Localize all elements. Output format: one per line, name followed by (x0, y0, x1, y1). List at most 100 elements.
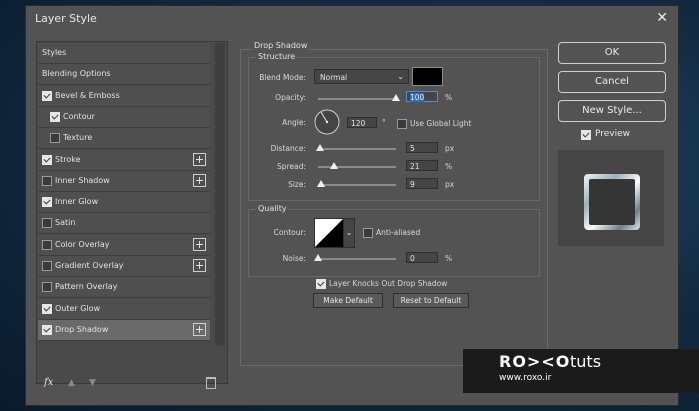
spread-input[interactable]: 21 (406, 160, 438, 171)
style-preview (558, 150, 664, 246)
ok-button[interactable]: OK (558, 42, 666, 64)
style-item-inner-glow[interactable]: Inner Glow (38, 192, 210, 214)
new-style-button[interactable]: New Style... (558, 100, 666, 122)
blend-mode-value: Normal (320, 73, 348, 82)
style-item-label: Blending Options (42, 69, 111, 79)
style-item-gradient-overlay[interactable]: Gradient Overlay (38, 256, 210, 277)
add-effect-plus-icon[interactable] (193, 322, 206, 336)
style-item-label: Texture (63, 133, 93, 143)
noise-label: Noise: (282, 254, 306, 263)
spread-unit: % (445, 162, 453, 171)
add-effect-plus-icon[interactable] (193, 237, 206, 251)
style-checkbox[interactable] (42, 261, 52, 271)
structure-title: Structure (256, 52, 298, 61)
distance-input[interactable]: 5 (406, 142, 438, 153)
angle-input[interactable]: 120 (347, 117, 377, 128)
move-down-icon[interactable]: ▼ (89, 378, 96, 388)
anti-aliased-checkbox[interactable] (363, 228, 373, 238)
distance-slider-track[interactable] (318, 148, 396, 150)
styles-list: Styles Blending Options Bevel & Emboss Cont… (36, 41, 228, 384)
style-item-styles[interactable]: Styles (38, 43, 210, 64)
spread-label: Spread: (277, 162, 306, 171)
noise-input[interactable]: 0 (406, 252, 438, 263)
size-slider-track[interactable] (318, 184, 396, 186)
style-item-label: Satin (55, 218, 76, 228)
watermark-url: www.roxo.ir (499, 373, 552, 383)
opacity-input[interactable]: 100 (406, 91, 438, 102)
style-item-inner-shadow[interactable]: Inner Shadow (38, 170, 210, 192)
style-checkbox[interactable] (50, 111, 60, 122)
size-slider-thumb[interactable] (317, 180, 326, 187)
style-checkbox[interactable] (42, 303, 52, 314)
opacity-slider-track[interactable] (318, 98, 396, 100)
styles-list-scrollbar[interactable] (215, 43, 225, 346)
shadow-color-swatch[interactable] (412, 67, 443, 86)
contour-curve-icon (315, 219, 343, 247)
move-up-icon[interactable]: ▲ (68, 378, 75, 388)
style-item-bevel-emboss[interactable]: Bevel & Emboss (38, 85, 210, 107)
style-checkbox[interactable] (42, 90, 52, 101)
chevron-down-icon: ⌄ (397, 72, 404, 81)
style-checkbox[interactable] (42, 175, 52, 186)
style-checkbox[interactable] (42, 239, 52, 250)
opacity-unit: % (445, 93, 453, 102)
style-item-label: Color Overlay (55, 239, 110, 249)
opacity-slider-thumb[interactable] (392, 94, 400, 101)
style-item-label: Styles (42, 48, 67, 57)
style-item-blending-options[interactable]: Blending Options (38, 64, 210, 86)
add-effect-plus-icon[interactable] (193, 152, 206, 166)
style-item-drop-shadow[interactable]: Drop Shadow (38, 319, 210, 341)
blend-mode-select[interactable]: Normal ⌄ (314, 69, 409, 84)
close-icon[interactable]: ✕ (656, 10, 668, 26)
size-input[interactable]: 9 (406, 178, 438, 189)
style-checkbox[interactable] (42, 197, 52, 208)
style-item-pattern-overlay[interactable]: Pattern Overlay (38, 277, 210, 299)
style-item-label: Stroke (55, 154, 81, 164)
style-checkbox[interactable] (42, 218, 52, 229)
style-checkbox[interactable] (50, 133, 60, 144)
title-bar: Layer Style ✕ (26, 6, 678, 31)
fx-icon[interactable]: fx (44, 377, 53, 388)
style-item-label: Inner Shadow (55, 175, 110, 185)
quality-title: Quality (256, 204, 289, 213)
add-effect-plus-icon[interactable] (193, 259, 206, 272)
style-item-label: Drop Shadow (55, 324, 109, 334)
noise-slider-thumb[interactable] (314, 254, 322, 261)
make-default-button[interactable]: Make Default (313, 293, 383, 308)
style-item-satin[interactable]: Satin (38, 213, 210, 235)
style-item-texture[interactable]: Texture (38, 128, 210, 150)
angle-dial[interactable] (313, 108, 341, 136)
style-item-contour[interactable]: Contour (38, 106, 210, 128)
cancel-button[interactable]: Cancel (558, 71, 666, 93)
style-item-label: Outer Glow (55, 303, 101, 313)
reset-to-default-button[interactable]: Reset to Default (393, 293, 469, 308)
style-checkbox[interactable] (42, 324, 52, 335)
contour-dropdown[interactable]: ⌄ (343, 218, 355, 248)
dialog-title: Layer Style (35, 12, 97, 25)
use-global-light-checkbox[interactable] (397, 119, 407, 129)
knockout-checkbox[interactable] (316, 279, 326, 289)
distance-slider-thumb[interactable] (315, 144, 324, 151)
chevron-down-icon: ⌄ (345, 228, 353, 237)
style-item-outer-glow[interactable]: Outer Glow (38, 298, 210, 320)
trash-icon[interactable] (206, 377, 216, 389)
style-item-stroke[interactable]: Stroke (38, 149, 210, 171)
style-item-label: Bevel & Emboss (55, 90, 120, 100)
noise-slider-track[interactable] (318, 258, 396, 260)
knockout-label: Layer Knocks Out Drop Shadow (329, 279, 448, 288)
layer-style-dialog: Layer Style ✕ Styles Blending Options Beve… (26, 6, 678, 405)
preview-checkbox[interactable] (581, 130, 591, 140)
distance-label: Distance: (270, 144, 306, 153)
contour-picker[interactable] (314, 218, 344, 248)
watermark-logo: RO><O (499, 352, 571, 371)
blend-mode-label: Blend Mode: (259, 73, 306, 82)
size-label: Size: (288, 180, 306, 189)
contour-label: Contour: (273, 228, 306, 237)
style-item-color-overlay[interactable]: Color Overlay (38, 234, 210, 256)
spread-slider-thumb[interactable] (330, 162, 339, 169)
style-checkbox[interactable] (42, 282, 52, 293)
style-checkbox[interactable] (42, 154, 52, 165)
add-effect-plus-icon[interactable] (193, 173, 206, 187)
angle-unit: ° (382, 118, 386, 127)
anti-aliased-label: Anti-aliased (376, 228, 421, 237)
